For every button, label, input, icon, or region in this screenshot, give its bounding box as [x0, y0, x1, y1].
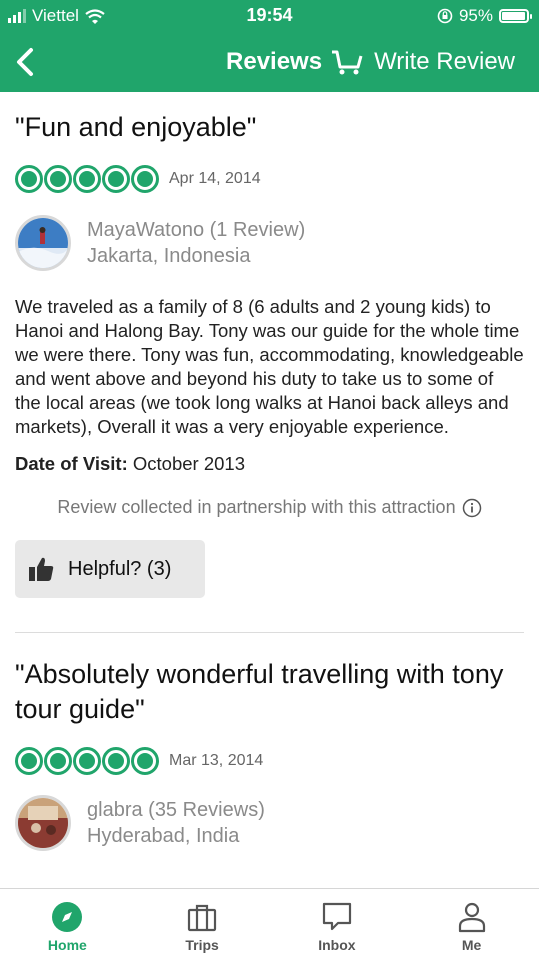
- rating-bubble-icon: [15, 747, 43, 775]
- review-title[interactable]: "Absolutely wonderful travelling with to…: [15, 657, 524, 727]
- rating-bubble-icon: [102, 165, 130, 193]
- visit-value: October 2013: [132, 453, 245, 474]
- nav-actions: Reviews Write Review: [226, 44, 515, 80]
- battery-icon: [499, 9, 532, 23]
- tab-me[interactable]: Me: [404, 889, 539, 960]
- rating-bubble-icon: [44, 747, 72, 775]
- helpful-label: Helpful? (3): [68, 557, 172, 580]
- nav-bar: Reviews Write Review: [0, 36, 539, 88]
- back-arrow-icon[interactable]: [10, 44, 40, 80]
- rating-row: Mar 13, 2014: [15, 747, 524, 775]
- tab-label: Inbox: [318, 937, 356, 953]
- date-of-visit: Date of Visit: October 2013: [15, 453, 524, 475]
- rating-bubble-icon: [73, 747, 101, 775]
- page-title: Reviews: [226, 48, 323, 75]
- suitcase-icon: [188, 904, 217, 932]
- visit-label: Date of Visit:: [15, 453, 128, 474]
- review-date: Mar 13, 2014: [169, 752, 264, 769]
- rating-bubble-icon: [44, 165, 72, 193]
- write-review-button[interactable]: Write Review: [374, 48, 515, 76]
- status-bar: Viettel 19:54 95%: [0, 0, 539, 32]
- review-body: We traveled as a family of 8 (6 adults a…: [15, 296, 524, 437]
- thumbs-up-icon: [29, 557, 54, 581]
- rating-row: Apr 14, 2014: [15, 165, 524, 193]
- chat-icon: [322, 902, 351, 931]
- person-icon: [458, 902, 485, 933]
- avatar[interactable]: [15, 795, 71, 851]
- tab-bar: Home Trips Inbox Me: [0, 888, 539, 960]
- review-date: Apr 14, 2014: [169, 170, 261, 187]
- tab-inbox[interactable]: Inbox: [270, 889, 405, 960]
- tab-home[interactable]: Home: [0, 889, 135, 960]
- rating-bubble-icon: [102, 747, 130, 775]
- battery-percent: 95%: [458, 6, 493, 25]
- tab-trips[interactable]: Trips: [135, 889, 270, 960]
- reviewer-name[interactable]: glabra (35 Reviews): [87, 797, 265, 823]
- rating-bubble-icon: [15, 165, 43, 193]
- reviews-list[interactable]: "Fun and enjoyable" Apr 14, 2014 MayaWat…: [0, 92, 539, 888]
- partner-note: Review collected in partnership with thi…: [15, 497, 524, 518]
- reviewer[interactable]: glabra (35 Reviews) Hyderabad, India: [15, 795, 524, 851]
- rotation-lock-icon: [437, 8, 453, 24]
- review-card: "Fun and enjoyable" Apr 14, 2014 MayaWat…: [0, 92, 539, 633]
- tab-label: Me: [461, 937, 482, 953]
- tab-label: Home: [47, 937, 87, 953]
- rating-bubble-icon: [131, 165, 159, 193]
- reviewer[interactable]: MayaWatono (1 Review) Jakarta, Indonesia: [15, 215, 524, 271]
- review-card: "Absolutely wonderful travelling with to…: [0, 633, 539, 851]
- tab-label: Trips: [185, 937, 219, 953]
- compass-icon: [52, 902, 83, 932]
- rating-bubbles: [15, 747, 159, 775]
- write-review-icon[interactable]: [330, 47, 364, 77]
- review-title[interactable]: "Fun and enjoyable": [15, 110, 524, 145]
- reviewer-location: Hyderabad, India: [87, 825, 240, 847]
- avatar[interactable]: [15, 215, 71, 271]
- header: Viettel 19:54 95% Reviews Write Review: [0, 0, 539, 92]
- rating-bubble-icon: [131, 747, 159, 775]
- status-right: 95%: [437, 6, 532, 26]
- reviewer-location: Jakarta, Indonesia: [87, 245, 251, 267]
- rating-bubbles: [15, 165, 159, 193]
- reviewer-name[interactable]: MayaWatono (1 Review): [87, 217, 305, 243]
- rating-bubble-icon: [73, 165, 101, 193]
- helpful-button[interactable]: Helpful? (3): [15, 540, 205, 598]
- partner-note-text: Review collected in partnership with thi…: [57, 497, 456, 517]
- info-icon[interactable]: [462, 498, 482, 518]
